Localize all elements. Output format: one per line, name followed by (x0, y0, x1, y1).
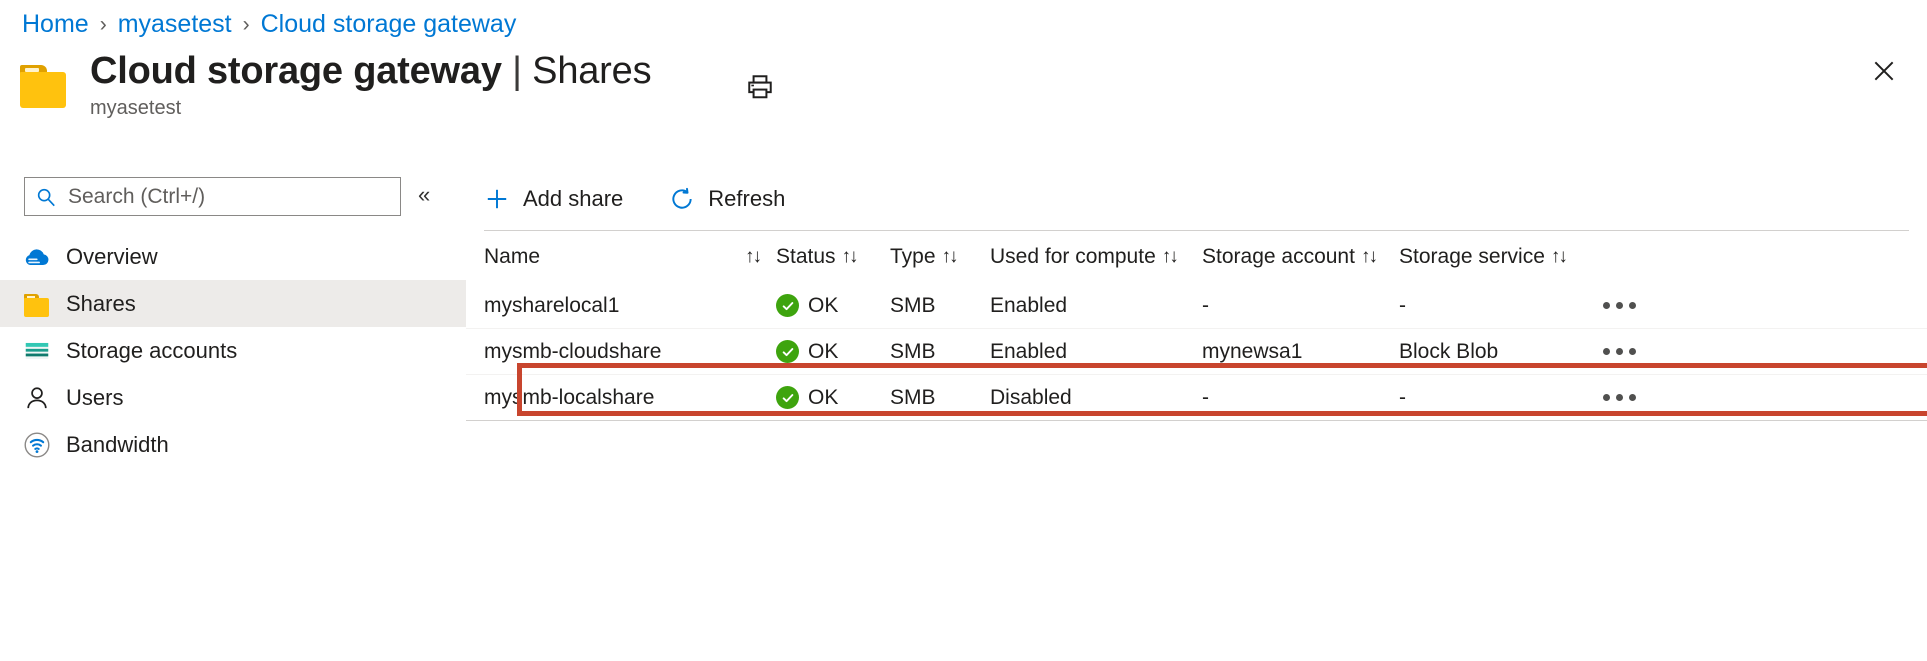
breadcrumb-item-myasetest[interactable]: myasetest (118, 12, 232, 37)
refresh-icon (669, 186, 695, 212)
close-icon[interactable] (1865, 52, 1903, 90)
page-header: Cloud storage gateway | Shares myasetest (18, 50, 651, 120)
status-label: OK (808, 386, 838, 410)
folder-icon (18, 62, 72, 110)
page-title-section: Shares (532, 50, 651, 92)
more-options-icon[interactable] (1599, 388, 1640, 407)
sidebar-item-label: Users (66, 385, 123, 411)
column-header-status[interactable]: Status ↑↓ (776, 245, 890, 269)
cell-storage-service: Block Blob (1399, 340, 1599, 364)
sidebar-item-storage-accounts[interactable]: Storage accounts (0, 327, 466, 374)
cell-actions (1599, 342, 1749, 361)
column-header-storage-account[interactable]: Storage account ↑↓ (1202, 245, 1399, 269)
status-label: OK (808, 340, 838, 364)
cell-status: OK (776, 340, 890, 364)
cell-status: OK (776, 386, 890, 410)
sort-icon[interactable]: ↑↓ (842, 246, 857, 268)
cell-name: mysmb-localshare (484, 386, 776, 410)
sidebar-nav: Overview Shares Storage accounts (0, 233, 466, 468)
table-header-row: Name ↑↓ Status ↑↓ Type ↑↓ Used for compu… (466, 231, 1927, 283)
cell-type: SMB (890, 294, 990, 318)
cell-actions (1599, 388, 1749, 407)
refresh-button[interactable]: Refresh (659, 177, 795, 221)
status-ok-icon (776, 340, 799, 363)
cell-type: SMB (890, 386, 990, 410)
table-row[interactable]: mysharelocal1 OK SMB Enabled - - (466, 283, 1927, 329)
azure-portal-blade: Home › myasetest › Cloud storage gateway… (0, 0, 1927, 661)
breadcrumb-separator: › (243, 14, 250, 35)
cell-used-for-compute: Enabled (990, 340, 1202, 364)
add-share-button[interactable]: Add share (474, 177, 633, 221)
folder-icon (22, 289, 52, 319)
search-box[interactable] (24, 177, 401, 216)
column-label: Storage service (1399, 245, 1545, 269)
sidebar-item-label: Overview (66, 244, 158, 270)
sidebar-item-users[interactable]: Users (0, 374, 466, 421)
more-options-icon[interactable] (1599, 342, 1640, 361)
sidebar-item-overview[interactable]: Overview (0, 233, 466, 280)
search-icon (35, 186, 57, 208)
sidebar-item-label: Shares (66, 291, 136, 317)
cell-storage-service: - (1399, 386, 1599, 410)
status-label: OK (808, 294, 838, 318)
column-label: Storage account (1202, 245, 1355, 269)
sidebar-item-label: Bandwidth (66, 432, 169, 458)
sort-icon[interactable]: ↑↓ (1551, 246, 1566, 268)
bandwidth-icon (22, 430, 52, 460)
cell-storage-account: - (1202, 294, 1399, 318)
page-title-resource: Cloud storage gateway (90, 50, 502, 92)
column-header-used-for-compute[interactable]: Used for compute ↑↓ (990, 245, 1202, 269)
breadcrumb: Home › myasetest › Cloud storage gateway (22, 12, 516, 37)
cell-storage-account: - (1202, 386, 1399, 410)
column-header-storage-service[interactable]: Storage service ↑↓ (1399, 245, 1599, 269)
sidebar-item-bandwidth[interactable]: Bandwidth (0, 421, 466, 468)
print-icon[interactable] (743, 70, 777, 104)
table-row[interactable]: mysmb-localshare OK SMB Disabled - - (466, 375, 1927, 421)
breadcrumb-item-home[interactable]: Home (22, 12, 89, 37)
status-ok-icon (776, 294, 799, 317)
refresh-label: Refresh (708, 186, 785, 212)
cell-type: SMB (890, 340, 990, 364)
cell-used-for-compute: Enabled (990, 294, 1202, 318)
more-options-icon[interactable] (1599, 296, 1640, 315)
column-label: Type (890, 245, 936, 269)
sidebar-item-shares[interactable]: Shares (0, 280, 466, 327)
sidebar-item-label: Storage accounts (66, 338, 237, 364)
cell-status: OK (776, 294, 890, 318)
shares-table: Name ↑↓ Status ↑↓ Type ↑↓ Used for compu… (466, 230, 1927, 421)
column-header-name[interactable]: Name ↑↓ (484, 245, 776, 269)
column-label: Used for compute (990, 245, 1156, 269)
add-share-label: Add share (523, 186, 623, 212)
sort-icon[interactable]: ↑↓ (745, 246, 760, 268)
column-label: Status (776, 245, 836, 269)
sort-icon[interactable]: ↑↓ (1361, 246, 1376, 268)
breadcrumb-item-cloud-storage-gateway[interactable]: Cloud storage gateway (261, 12, 517, 37)
chevron-double-left-icon[interactable]: « (418, 184, 430, 206)
page-title-separator: | (512, 50, 522, 92)
column-header-type[interactable]: Type ↑↓ (890, 245, 990, 269)
search-input[interactable] (66, 184, 390, 210)
page-subtitle: myasetest (90, 97, 651, 120)
cell-used-for-compute: Disabled (990, 386, 1202, 410)
cell-storage-account: mynewsa1 (1202, 340, 1399, 364)
sort-icon[interactable]: ↑↓ (1162, 246, 1177, 268)
sort-icon[interactable]: ↑↓ (942, 246, 957, 268)
cell-storage-service: - (1399, 294, 1599, 318)
table-row[interactable]: mysmb-cloudshare OK SMB Enabled mynewsa1… (466, 329, 1927, 375)
breadcrumb-separator: › (100, 14, 107, 35)
page-title: Cloud storage gateway | Shares (90, 50, 651, 93)
status-ok-icon (776, 386, 799, 409)
cell-actions (1599, 296, 1749, 315)
column-label: Name (484, 245, 540, 269)
cloud-icon (22, 242, 52, 272)
user-icon (22, 383, 52, 413)
main-content: Add share Refresh Name ↑↓ (466, 168, 1927, 661)
plus-icon (484, 186, 510, 212)
cell-name: mysmb-cloudshare (484, 340, 776, 364)
command-bar: Add share Refresh (466, 168, 795, 230)
storage-account-icon (22, 336, 52, 366)
cell-name: mysharelocal1 (484, 294, 776, 318)
